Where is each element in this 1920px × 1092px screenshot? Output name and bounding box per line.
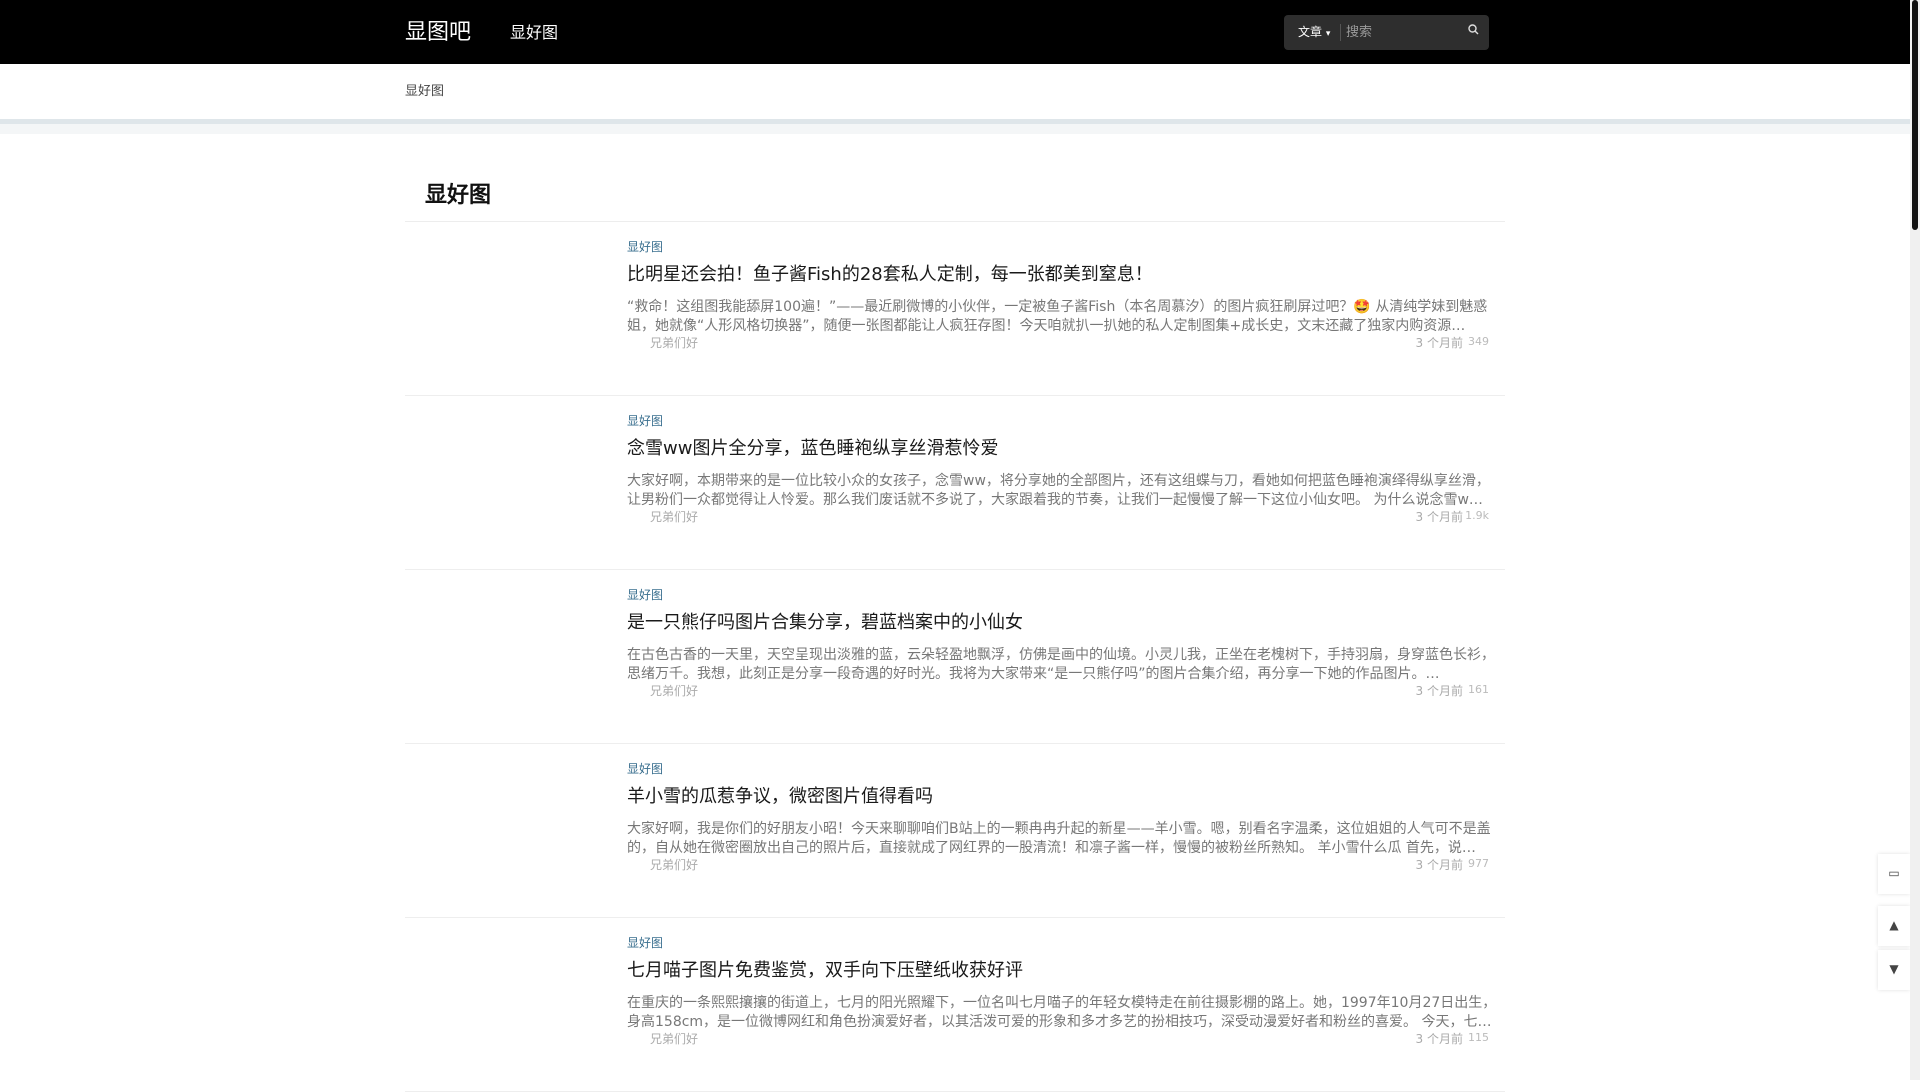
search-divider: [1340, 24, 1341, 41]
chevron-down-icon: ▾: [1325, 29, 1331, 39]
post-excerpt: 大家好啊，我是你们的好朋友小昭！今天来聊聊咱们B站上的一颗冉冉升起的新星——羊小…: [627, 821, 1491, 856]
post-title[interactable]: 七月喵子图片免费鉴赏，双手向下压壁纸收获好评: [627, 958, 1497, 984]
post-item: 显好图 羊小雪的瓜惹争议，微密图片值得看吗 大家好啊，我是你们的好朋友小昭！今天…: [405, 744, 1505, 918]
post-views: 349: [1468, 334, 1489, 350]
post-category[interactable]: 显好图: [627, 413, 663, 429]
search-icon[interactable]: [1468, 24, 1480, 38]
post-author[interactable]: 兄弟们好: [650, 1031, 698, 1047]
post-thumbnail[interactable]: [420, 769, 607, 889]
arrow-up-icon: ▲: [1889, 918, 1899, 932]
search-type-label: 文章: [1298, 25, 1323, 39]
post-item: 显好图 是一只熊仔吗图片合集分享，碧蓝档案中的小仙女 在古色古香的一天里，天空呈…: [405, 570, 1505, 744]
post-category[interactable]: 显好图: [627, 761, 663, 777]
search-type-dropdown[interactable]: 文章 ▾: [1298, 25, 1330, 42]
post-views-count: 115: [1468, 1031, 1489, 1044]
search-input[interactable]: [1344, 21, 1456, 44]
search-box: 文章 ▾: [1284, 15, 1489, 50]
scroll-top-button[interactable]: ▲: [1878, 906, 1910, 946]
chat-button[interactable]: ▭: [1878, 854, 1910, 894]
post-views-count: 161: [1468, 683, 1489, 696]
post-author[interactable]: 兄弟们好: [650, 683, 698, 699]
post-excerpt: 大家好啊，本期带来的是一位比较小众的女孩子，念雪ww，将分享她的全部图片，还有这…: [627, 473, 1490, 508]
post-time: 3 个月前: [1415, 858, 1463, 872]
post-thumbnail[interactable]: [420, 247, 607, 367]
post-thumbnail[interactable]: [420, 421, 607, 541]
post-time: 3 个月前: [1415, 510, 1463, 524]
post-excerpt: 在重庆的一条熙熙攘攘的街道上，七月的阳光照耀下，一位名叫七月喵子的年轻女模特走在…: [627, 995, 1497, 1030]
post-item: 显好图 念雪ww图片全分享，蓝色睡袍纵享丝滑惹怜爱 大家好啊，本期带来的是一位比…: [405, 396, 1505, 570]
post-author[interactable]: 兄弟们好: [650, 857, 698, 873]
post-excerpt: “救命！这组图我能舔屏100遍！”——最近刷微博的小伙伴，一定被鱼子酱Fish（…: [627, 299, 1488, 334]
post-title[interactable]: 念雪ww图片全分享，蓝色睡袍纵享丝滑惹怜爱: [627, 436, 1497, 462]
post-time: 3 个月前: [1415, 684, 1463, 698]
post-views: 977: [1468, 856, 1489, 872]
post-category[interactable]: 显好图: [627, 239, 663, 255]
breadcrumb-bar: 显好图: [0, 64, 1910, 119]
divider: [0, 124, 1910, 134]
arrow-down-icon: ▼: [1889, 962, 1899, 976]
breadcrumb[interactable]: 显好图: [405, 83, 444, 101]
post-item: 显好图 七月喵子图片免费鉴赏，双手向下压壁纸收获好评 在重庆的一条熙熙攘攘的街道…: [405, 918, 1505, 1092]
post-thumbnail[interactable]: [420, 943, 607, 1063]
nav-item-xianhaotu[interactable]: 显好图: [510, 21, 558, 45]
scrollbar-thumb[interactable]: [1912, 0, 1918, 230]
post-item: 显好图 比明星还会拍！鱼子酱Fish的28套私人定制，每一张都美到窒息！ “救命…: [405, 222, 1505, 396]
post-title[interactable]: 比明星还会拍！鱼子酱Fish的28套私人定制，每一张都美到窒息！: [627, 262, 1497, 288]
post-author[interactable]: 兄弟们好: [650, 509, 698, 525]
page-title: 显好图: [425, 183, 492, 208]
post-views: 115: [1468, 1030, 1489, 1046]
site-logo[interactable]: 显图吧: [405, 18, 471, 48]
post-views-count: 349: [1468, 335, 1489, 348]
post-views: 1.9k: [1465, 508, 1489, 524]
post-title[interactable]: 是一只熊仔吗图片合集分享，碧蓝档案中的小仙女: [627, 610, 1497, 636]
post-category[interactable]: 显好图: [627, 935, 663, 951]
chat-icon: ▭: [1888, 866, 1900, 880]
post-thumbnail[interactable]: [420, 595, 607, 715]
post-author[interactable]: 兄弟们好: [650, 335, 698, 351]
post-time: 3 个月前: [1415, 336, 1463, 350]
post-time: 3 个月前: [1415, 1032, 1463, 1046]
post-title[interactable]: 羊小雪的瓜惹争议，微密图片值得看吗: [627, 784, 1497, 810]
post-views-count: 1.9k: [1465, 509, 1489, 522]
scroll-bottom-button[interactable]: ▼: [1878, 950, 1910, 990]
post-excerpt: 在古色古香的一天里，天空呈现出淡雅的蓝，云朵轻盈地飘浮，仿佛是画中的仙境。小灵儿…: [627, 647, 1495, 682]
top-navbar: 显图吧 显好图 文章 ▾: [0, 0, 1910, 64]
post-category[interactable]: 显好图: [627, 587, 663, 603]
post-views-count: 977: [1468, 857, 1489, 870]
post-views: 161: [1468, 682, 1489, 698]
